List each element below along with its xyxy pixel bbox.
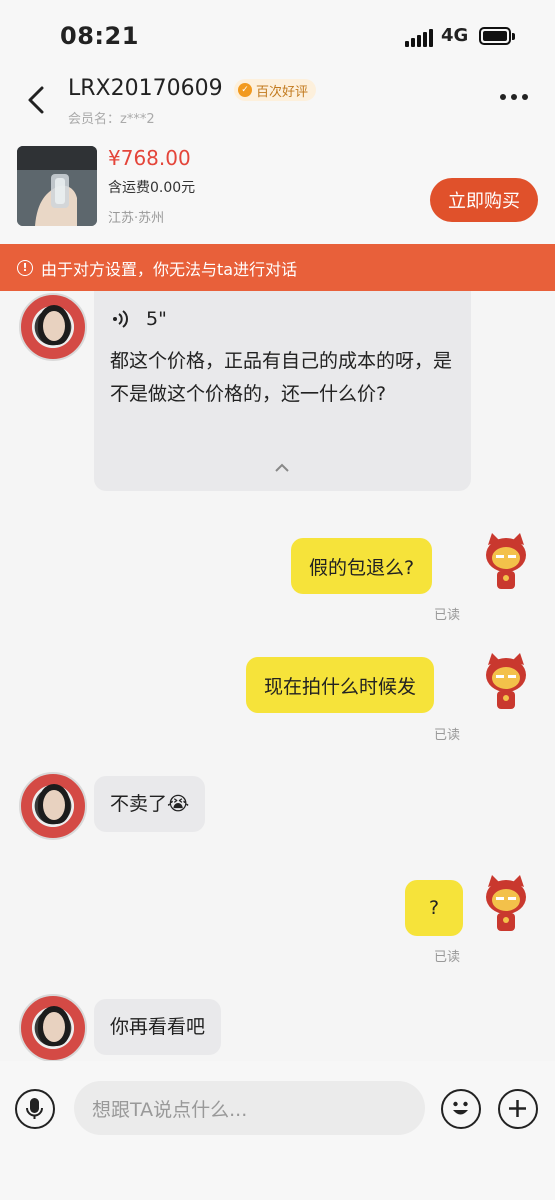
seller-message-bubble[interactable]: 不卖了😭 (94, 776, 206, 832)
badge-icon: ✓ (238, 83, 252, 97)
shop-name: LRX20170609 (68, 76, 223, 101)
product-card[interactable]: ¥768.00 含运费0.00元 江苏·苏州 立即购买 (0, 132, 555, 244)
restriction-notice: ! 由于对方设置，你无法与ta进行对话 (0, 244, 555, 291)
chat-area[interactable]: 5" 都这个价格，正品有自己的成本的呀，是不是做这个价格的，还一什么价? 假的包… (0, 291, 555, 1061)
read-status: 已读 (434, 950, 461, 965)
notice-text: 由于对方设置，你无法与ta进行对话 (41, 259, 298, 279)
signal-icon (405, 29, 435, 47)
product-thumbnail[interactable] (17, 146, 97, 226)
seller-message-bubble[interactable]: 你再看看吧 (94, 999, 222, 1055)
message-text: 现在拍什么时候发 (264, 675, 417, 698)
voice-message-bubble[interactable]: 5" 都这个价格，正品有自己的成本的呀，是不是做这个价格的，还一什么价? (94, 291, 471, 491)
product-location: 江苏·苏州 (108, 211, 165, 226)
chevron-up-icon[interactable] (272, 461, 292, 475)
voice-wave-icon (113, 310, 128, 328)
message-text: 假的包退么? (309, 556, 415, 579)
message-input[interactable]: 想跟TA说点什么... (74, 1081, 425, 1135)
warning-icon: ! (17, 259, 33, 276)
rating-badge: ✓ 百次好评 (234, 79, 317, 101)
smile-icon[interactable] (441, 1089, 481, 1129)
seller-avatar[interactable] (19, 772, 87, 840)
voice-duration: 5" (146, 307, 167, 330)
buyer-avatar[interactable] (478, 653, 534, 713)
message-text: ? (428, 897, 440, 919)
message-text: 不卖了😭 (110, 792, 190, 815)
my-message-bubble[interactable]: ? (405, 880, 463, 936)
buyer-avatar[interactable] (478, 875, 534, 935)
network-type: 4G (441, 25, 469, 46)
my-message-bubble[interactable]: 假的包退么? (291, 538, 433, 594)
voice-transcript: 都这个价格，正品有自己的成本的呀，是不是做这个价格的，还一什么价? (110, 350, 453, 405)
product-price: ¥768.00 (108, 146, 191, 170)
buyer-avatar[interactable] (478, 533, 534, 593)
seller-avatar[interactable] (19, 994, 87, 1061)
battery-icon (479, 27, 515, 45)
plus-icon[interactable] (498, 1089, 538, 1129)
read-status: 已读 (434, 608, 461, 623)
read-status: 已读 (434, 728, 461, 743)
shipping-fee: 含运费0.00元 (108, 180, 196, 196)
chat-header: LRX20170609 ✓ 百次好评 会员名：z***2 (0, 70, 555, 132)
my-message-bubble[interactable]: 现在拍什么时候发 (246, 657, 435, 713)
status-bar: 08:21 4G (0, 0, 555, 70)
chevron-left-icon[interactable] (22, 82, 52, 118)
microphone-icon[interactable] (15, 1089, 55, 1129)
member-name: 会员名：z***2 (68, 112, 155, 127)
more-dots-icon[interactable] (500, 94, 528, 100)
message-text: 你再看看吧 (110, 1015, 206, 1038)
seller-avatar[interactable] (19, 293, 87, 361)
status-time: 08:21 (60, 22, 139, 50)
input-bar: 想跟TA说点什么... (0, 1061, 555, 1200)
buy-now-button[interactable]: 立即购买 (430, 178, 538, 222)
badge-label: 百次好评 (256, 84, 309, 100)
